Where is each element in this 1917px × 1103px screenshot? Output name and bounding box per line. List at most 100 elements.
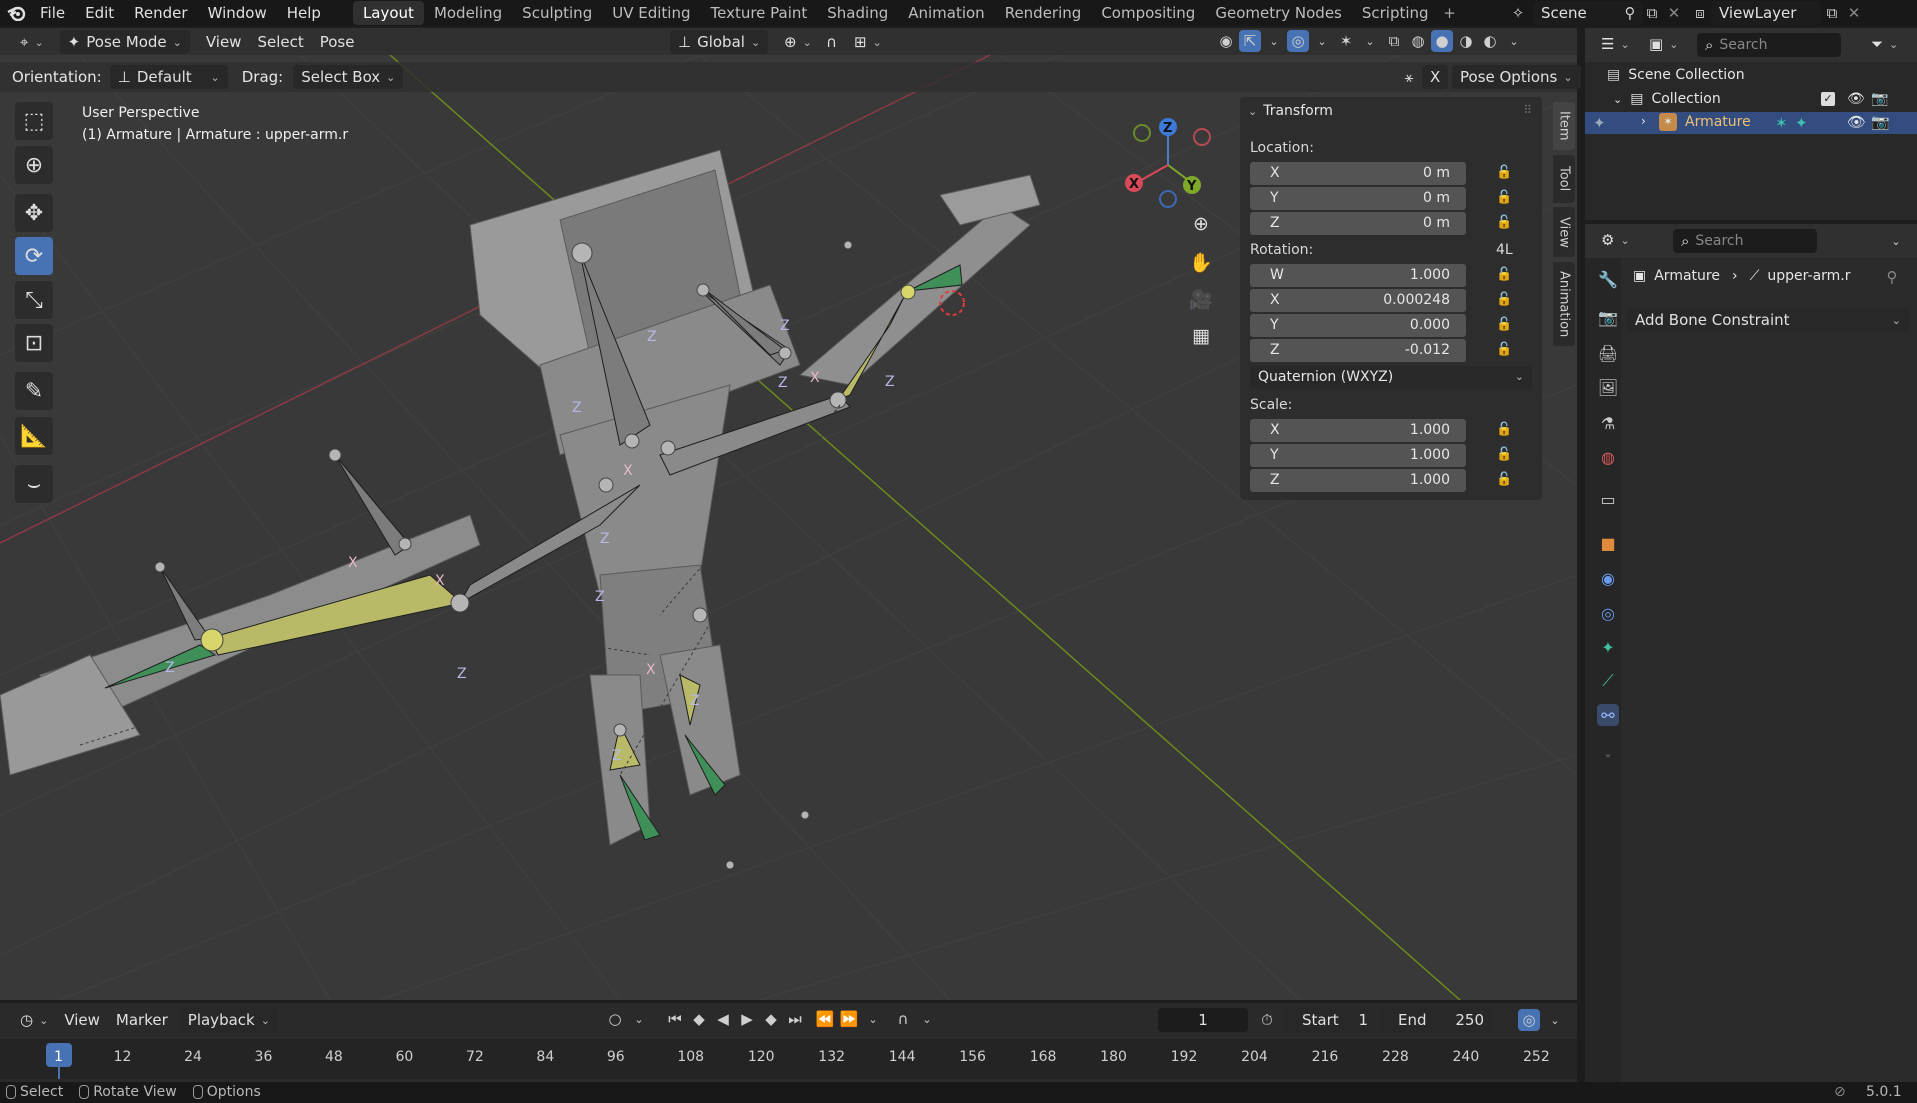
cursor-tool[interactable]: ⊕ (15, 146, 53, 184)
outliner-editor-type[interactable]: ☰ ⌄ (1593, 32, 1638, 56)
menu-window[interactable]: Window (198, 0, 277, 26)
next-marker-icon[interactable]: ⏩ (838, 1008, 860, 1030)
jump-start-icon[interactable]: ⏮ (664, 1008, 686, 1030)
view-layer-tab-icon[interactable]: 🖼 (1597, 376, 1619, 398)
lock-icon[interactable]: 🔓 (1496, 292, 1512, 307)
drag-selector[interactable]: Select Box ⌄ (293, 65, 404, 89)
tab-view[interactable]: View (1553, 207, 1575, 257)
overlay-toggle-icon[interactable]: ◎ (1287, 30, 1309, 52)
options-dropdown-icon[interactable]: ⌄ (1885, 230, 1907, 252)
scale-z-field[interactable]: Z 1.000 (1250, 469, 1466, 492)
gizmo-toggle-icon[interactable]: ⇱ (1239, 30, 1261, 52)
physics-tab-icon[interactable]: ◎ (1597, 602, 1619, 624)
measure-tool[interactable]: 📐 (15, 417, 53, 455)
object-tab-icon[interactable]: ■ (1597, 532, 1619, 554)
scale-y-field[interactable]: Y 1.000 (1250, 444, 1466, 467)
stopwatch-icon[interactable]: ⏱ (1256, 1009, 1278, 1031)
material-shading-icon[interactable]: ◑ (1455, 30, 1477, 52)
tab-texture-paint[interactable]: Texture Paint (700, 1, 817, 25)
outliner-row-armature[interactable]: ✦ › ✶ Armature ✶ ✦ 👁 📷 (1585, 112, 1917, 134)
scale-x-field[interactable]: X 1.000 (1250, 419, 1466, 442)
view-sync-icon[interactable]: ◎ (1518, 1009, 1540, 1031)
scene-tab-icon[interactable]: ⚗ (1597, 412, 1619, 434)
snapping-dropdown-icon[interactable]: ⌄ (916, 1008, 938, 1030)
outliner-search-input[interactable]: ⌕ Search (1697, 33, 1841, 57)
collection-tab-icon[interactable]: ▭ (1597, 488, 1619, 510)
lock-icon[interactable]: 🔓 (1496, 447, 1512, 462)
next-keyframe-icon[interactable]: ◆ (760, 1008, 782, 1030)
tab-sculpting[interactable]: Sculpting (512, 1, 602, 25)
new-scene-icon[interactable]: ⧉ (1641, 2, 1663, 24)
location-y-field[interactable]: Y 0 m (1250, 187, 1466, 210)
current-frame-field[interactable]: 1 (1158, 1008, 1248, 1032)
rotation-mode-selector[interactable]: Quaternion (WXYZ) ⌄ (1250, 366, 1532, 389)
bone-pose-tool[interactable]: ⌣ (15, 465, 53, 503)
lock-icon[interactable]: 🔓 (1496, 165, 1512, 180)
lock-icon[interactable]: 🔓 (1496, 317, 1512, 332)
pose-data-icon[interactable]: ✦ (1795, 114, 1808, 132)
modifier-tab-icon[interactable]: ◉ (1597, 567, 1619, 589)
solid-shading-icon[interactable]: ● (1431, 30, 1453, 52)
armature-data-tab-icon[interactable]: ✦ (1597, 636, 1619, 658)
tab-scripting[interactable]: Scripting (1352, 1, 1439, 25)
jump-end-icon[interactable]: ⏭ (784, 1008, 806, 1030)
blender-logo-icon[interactable] (4, 2, 30, 24)
menu-file[interactable]: File (30, 0, 75, 26)
end-frame-field[interactable]: End 250 (1380, 1008, 1492, 1032)
view-sync-dropdown-icon[interactable]: ⌄ (1544, 1009, 1566, 1031)
world-tab-icon[interactable]: ◍ (1597, 446, 1619, 468)
transform-tool[interactable]: ⊡ (15, 324, 53, 362)
camera-icon[interactable]: 📷 (1871, 113, 1890, 131)
bone-overlay-icon[interactable]: ✶ (1335, 30, 1357, 52)
keying-dropdown-icon[interactable]: ⌄ (628, 1008, 650, 1030)
wireframe-shading-icon[interactable]: ◍ (1407, 30, 1429, 52)
transform-title[interactable]: Transform (1263, 103, 1333, 119)
menu-render[interactable]: Render (124, 0, 197, 26)
tab-compositing[interactable]: Compositing (1091, 1, 1205, 25)
rotation-y-field[interactable]: Y 0.000 (1250, 314, 1466, 337)
rendered-shading-icon[interactable]: ◐ (1479, 30, 1501, 52)
play-icon[interactable]: ▶ (736, 1008, 758, 1030)
tab-item[interactable]: Item (1553, 102, 1575, 150)
scale-tool[interactable]: ⤡ (15, 281, 53, 319)
display-mode-button[interactable]: ▣ ⌄ (1641, 32, 1686, 56)
menu-edit[interactable]: Edit (75, 0, 124, 26)
lock-icon[interactable]: 🔓 (1496, 215, 1512, 230)
rotate-tool[interactable]: ⟳ (15, 237, 53, 275)
menu-pose[interactable]: Pose (312, 30, 363, 54)
lock-icon[interactable]: 🔓 (1496, 190, 1512, 205)
transform-orientation-selector[interactable]: ⊥ Global ⌄ (670, 30, 769, 54)
timeline-menu-marker[interactable]: Marker (108, 1008, 176, 1032)
properties-editor-type[interactable]: ⚙ ⌄ (1593, 228, 1638, 252)
select-box-tool[interactable]: ⬚ (15, 102, 53, 140)
drag-handle-icon[interactable]: ⠿ (1523, 103, 1532, 117)
eye-icon[interactable]: 👁 (1847, 113, 1866, 131)
filter-button[interactable]: ⏷ ⌄ (1863, 32, 1906, 56)
delete-scene-icon[interactable]: ✕ (1663, 2, 1685, 24)
move-tool[interactable]: ✥ (15, 194, 53, 232)
location-z-field[interactable]: Z 0 m (1250, 212, 1466, 235)
menu-help[interactable]: Help (277, 0, 331, 26)
tab-tool[interactable]: Tool (1553, 155, 1575, 203)
tab-geometry-nodes[interactable]: Geometry Nodes (1205, 1, 1352, 25)
camera-view-icon[interactable]: 🎥 (1186, 284, 1216, 314)
frame-ruler[interactable]: 1 12 24 36 48 60 72 84 96 108 120 132 144 156 168 180 19… (0, 1039, 1577, 1079)
armature-data-icon[interactable]: ✶ (1775, 114, 1788, 132)
camera-icon[interactable]: 📷 (1871, 91, 1888, 107)
render-tab-icon[interactable]: 📷 (1597, 306, 1619, 328)
scroll-down-chevron-icon[interactable]: ⌄ (1597, 742, 1619, 764)
rotation-4l-toggle[interactable]: 4L (1496, 242, 1513, 258)
output-tab-icon[interactable]: 🖨 (1597, 342, 1619, 364)
playback-dropdown-icon[interactable]: ⌄ (862, 1008, 884, 1030)
annotate-tool[interactable]: ✎ (15, 372, 53, 410)
outliner-row-collection[interactable]: ⌄ ▤ Collection ✓ 👁 📷 (1613, 88, 1913, 110)
snapping-icon[interactable]: ∩ (892, 1008, 914, 1030)
eye-icon[interactable]: 👁 (1847, 91, 1865, 107)
tab-rendering[interactable]: Rendering (995, 1, 1092, 25)
tab-layout[interactable]: Layout (352, 1, 424, 25)
location-x-field[interactable]: X 0 m (1250, 162, 1466, 185)
mode-selector[interactable]: ✦ Pose Mode ⌄ (59, 30, 190, 54)
tab-shading[interactable]: Shading (817, 1, 898, 25)
pose-options-button[interactable]: Pose Options ⌄ (1452, 65, 1581, 89)
snap-toggle[interactable]: ∩ (818, 30, 845, 54)
